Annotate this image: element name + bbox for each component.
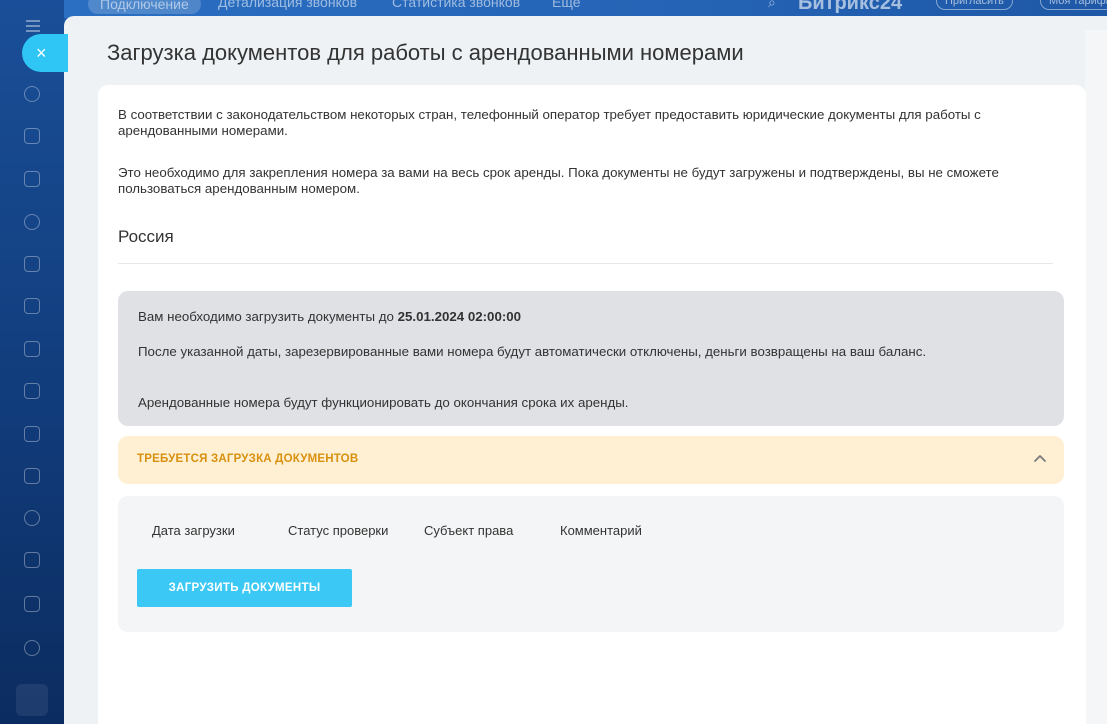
mail-icon[interactable] xyxy=(24,468,40,484)
menu-burger-icon[interactable] xyxy=(26,20,40,35)
invite-button[interactable]: Пригласить xyxy=(936,0,1013,10)
crm-icon[interactable] xyxy=(24,214,40,230)
automation-icon[interactable] xyxy=(24,426,40,442)
after-date-text: После указанной даты, зарезервированные … xyxy=(138,344,927,359)
reports-icon[interactable] xyxy=(24,596,40,612)
tasks-icon[interactable] xyxy=(24,171,40,187)
divider xyxy=(118,263,1053,264)
chevron-up-icon[interactable] xyxy=(1032,451,1048,467)
column-comment: Комментарий xyxy=(560,523,642,538)
store-icon[interactable] xyxy=(24,383,40,399)
search-icon[interactable]: ⌕ xyxy=(768,0,776,11)
settings-icon[interactable] xyxy=(24,640,40,656)
intro-paragraph: В соответствии с законодательством некот… xyxy=(118,107,981,138)
chat-icon[interactable] xyxy=(24,86,40,102)
calendar-icon[interactable] xyxy=(24,256,40,272)
contacts-icon[interactable] xyxy=(24,510,40,526)
slider-panel: Загрузка документов для работы с арендов… xyxy=(64,16,1107,724)
country-heading: Россия xyxy=(118,227,174,246)
close-slider-button[interactable]: × xyxy=(22,34,68,72)
brand-logo: Битрикс24 xyxy=(798,0,903,14)
left-sidebar xyxy=(0,0,64,724)
rented-numbers-text: Арендованные номера будут функционироват… xyxy=(138,395,629,410)
page-title: Загрузка документов для работы с арендов… xyxy=(107,40,744,65)
sidebar-bottom-button[interactable] xyxy=(16,684,48,716)
feed-icon[interactable] xyxy=(24,128,40,144)
deadline-date: 25.01.2024 02:00:00 xyxy=(397,309,522,324)
content-card: В соответствии с законодательством некот… xyxy=(98,85,1086,724)
column-upload-date: Дата загрузки xyxy=(152,523,235,538)
docs-icon[interactable] xyxy=(24,298,40,314)
nav-item-more[interactable]: Еще xyxy=(552,0,581,10)
deadline-line: Вам необходимо загрузить документы до 25… xyxy=(138,309,1018,325)
checklist-icon[interactable] xyxy=(24,552,40,568)
deadline-prefix: Вам необходимо загрузить документы до xyxy=(138,309,398,324)
upload-documents-button[interactable]: ЗАГРУЗИТЬ ДОКУМЕНТЫ xyxy=(137,569,352,607)
scrollbar[interactable] xyxy=(1085,30,1107,724)
deadline-notice: Вам необходимо загрузить документы до 25… xyxy=(118,291,1064,426)
documents-required-accordion[interactable]: ТРЕБУЕТСЯ ЗАГРУЗКА ДОКУМЕНТОВ xyxy=(118,436,1064,484)
column-check-status: Статус проверки xyxy=(288,523,389,538)
nav-item-connection[interactable]: Подключение xyxy=(88,0,201,14)
my-plan-button[interactable]: Моя тарифы xyxy=(1040,0,1107,10)
explanation-paragraph: Это необходимо для закрепления номера за… xyxy=(118,165,999,196)
nav-item-call-stats[interactable]: Статистика звонков xyxy=(392,0,520,10)
documents-table: Дата загрузки Статус проверки Субъект пр… xyxy=(118,496,1064,632)
nav-item-call-details[interactable]: Детализация звонков xyxy=(218,0,357,10)
sites-icon[interactable] xyxy=(24,341,40,357)
documents-required-label: ТРЕБУЕТСЯ ЗАГРУЗКА ДОКУМЕНТОВ xyxy=(137,453,359,465)
column-subject: Субъект права xyxy=(424,523,514,538)
